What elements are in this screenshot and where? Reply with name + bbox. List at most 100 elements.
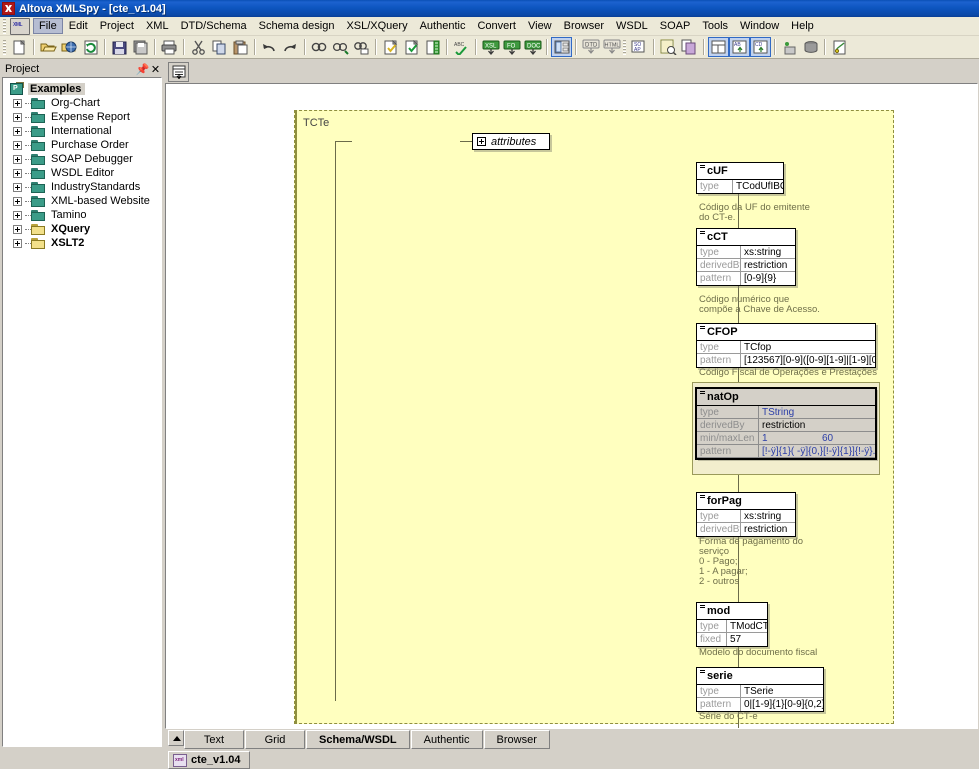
element-node-cuf[interactable]: cUF type TCodUfIBGE: [696, 162, 784, 194]
plus-icon[interactable]: [477, 137, 486, 146]
tree-item-xquery[interactable]: XQuery: [3, 222, 161, 236]
tree-item-purchase-order[interactable]: Purchase Order: [3, 138, 161, 152]
project-tree[interactable]: P Examples Org-Chart Expense Report: [2, 77, 162, 747]
wsdl-doc-icon[interactable]: [658, 37, 679, 57]
schema-canvas-wrapper[interactable]: TCTe attributes: [165, 83, 978, 729]
menu-browser[interactable]: Browser: [558, 18, 610, 34]
schema-view-icon[interactable]: [551, 37, 572, 57]
tab-text[interactable]: Text: [184, 730, 244, 749]
html-export-icon[interactable]: HTML: [601, 37, 622, 57]
expand-icon[interactable]: [13, 211, 22, 220]
spellcheck-icon[interactable]: ABC: [451, 37, 472, 57]
expand-icon[interactable]: [13, 113, 22, 122]
menu-tools[interactable]: Tools: [696, 18, 734, 34]
validate-icon[interactable]: [401, 37, 422, 57]
authentic-icon[interactable]: [829, 37, 850, 57]
reload-icon[interactable]: [80, 37, 101, 57]
menu-view[interactable]: View: [522, 18, 558, 34]
menu-window[interactable]: Window: [734, 18, 785, 34]
tree-item-xslt2[interactable]: XSLT2: [3, 236, 161, 250]
paste-icon[interactable]: [230, 37, 251, 57]
print-icon[interactable]: [159, 37, 180, 57]
element-node-cfop[interactable]: CFOP type TCfop pattern [123567][0-9]([0…: [696, 323, 876, 368]
copy-icon[interactable]: [209, 37, 230, 57]
javascript-icon[interactable]: [779, 37, 800, 57]
tab-grid[interactable]: Grid: [245, 730, 305, 749]
db-export-icon[interactable]: CD: [750, 37, 771, 57]
menu-edit[interactable]: Edit: [63, 18, 94, 34]
dtd-export-icon[interactable]: DTD: [580, 37, 601, 57]
menu-wsdl[interactable]: WSDL: [610, 18, 654, 34]
schema-canvas[interactable]: TCTe attributes: [166, 84, 977, 728]
save-icon[interactable]: [109, 37, 130, 57]
database-icon[interactable]: [800, 37, 821, 57]
tab-schema-wsdl[interactable]: Schema/WSDL: [306, 730, 410, 749]
tree-item-xml-based-website[interactable]: XML-based Website: [3, 194, 161, 208]
tree-item-wsdl-editor[interactable]: WSDL Editor: [3, 166, 161, 180]
save-all-icon[interactable]: [130, 37, 151, 57]
tree-item-soap-debugger[interactable]: SOAP Debugger: [3, 152, 161, 166]
close-icon[interactable]: ✕: [149, 63, 162, 76]
cut-icon[interactable]: [188, 37, 209, 57]
tab-authentic[interactable]: Authentic: [411, 730, 483, 749]
assign-dtd-icon[interactable]: [422, 37, 443, 57]
xsl-transform-icon[interactable]: XSL: [480, 37, 501, 57]
tree-item-org-chart[interactable]: Org-Chart: [3, 96, 161, 110]
expand-icon[interactable]: [13, 197, 22, 206]
xml-document-icon[interactable]: [10, 18, 30, 35]
pin-icon[interactable]: 📌: [136, 63, 149, 76]
menu-project[interactable]: Project: [94, 18, 140, 34]
element-node-mod[interactable]: mod type TModCT fixed 57: [696, 602, 768, 647]
menu-authentic[interactable]: Authentic: [414, 18, 472, 34]
element-node-serie[interactable]: serie type TSerie pattern 0|[1-9]{1}[0-9…: [696, 667, 824, 712]
menu-help[interactable]: Help: [785, 18, 820, 34]
db-import-icon[interactable]: AB: [729, 37, 750, 57]
open-folder-icon[interactable]: [38, 37, 59, 57]
file-tab-cte[interactable]: cte_v1.04: [168, 751, 250, 769]
wsdl-copy-icon[interactable]: [679, 37, 700, 57]
replace-icon[interactable]: [351, 37, 372, 57]
tree-item-tamino[interactable]: Tamino: [3, 208, 161, 222]
element-node-natop[interactable]: natOp type TString derivedBy restriction…: [696, 388, 876, 459]
menu-file[interactable]: File: [33, 18, 63, 34]
display-all-globals-icon[interactable]: [168, 62, 189, 82]
element-node-cct[interactable]: cCT type xs:string derivedBy restriction…: [696, 228, 796, 286]
toolbar-gripper-1[interactable]: [2, 40, 7, 55]
toolbar-gripper-2[interactable]: [622, 40, 627, 55]
undo-icon[interactable]: [259, 37, 280, 57]
menu-xsl-xquery[interactable]: XSL/XQuery: [340, 18, 413, 34]
tree-root-examples[interactable]: P Examples: [3, 81, 161, 96]
menu-xml[interactable]: XML: [140, 18, 175, 34]
menu-gripper[interactable]: [2, 19, 7, 34]
word-export-icon[interactable]: DOC: [522, 37, 543, 57]
find-next-icon[interactable]: [330, 37, 351, 57]
open-url-icon[interactable]: [59, 37, 80, 57]
expand-icon[interactable]: [13, 99, 22, 108]
expand-icon[interactable]: [13, 225, 22, 234]
tree-item-international[interactable]: International: [3, 124, 161, 138]
attributes-node[interactable]: attributes: [472, 133, 550, 150]
layout-grid-icon[interactable]: [708, 37, 729, 57]
soap-request-icon[interactable]: SOAP: [629, 37, 650, 57]
connector-spine-left: [335, 141, 336, 701]
tree-item-industry-standards[interactable]: IndustryStandards: [3, 180, 161, 194]
scroll-up-button[interactable]: [168, 730, 184, 746]
expand-icon[interactable]: [13, 141, 22, 150]
element-node-forpag[interactable]: forPag type xs:string derivedBy restrict…: [696, 492, 796, 537]
tree-item-expense-report[interactable]: Expense Report: [3, 110, 161, 124]
check-wellformed-icon[interactable]: [380, 37, 401, 57]
xsl-fo-transform-icon[interactable]: FO: [501, 37, 522, 57]
menu-schema-design[interactable]: Schema design: [253, 18, 341, 34]
expand-icon[interactable]: [13, 155, 22, 164]
menu-soap[interactable]: SOAP: [654, 18, 697, 34]
expand-icon[interactable]: [13, 169, 22, 178]
new-file-icon[interactable]: [9, 37, 30, 57]
redo-icon[interactable]: [280, 37, 301, 57]
find-icon[interactable]: [309, 37, 330, 57]
menu-convert[interactable]: Convert: [471, 18, 522, 34]
expand-icon[interactable]: [13, 127, 22, 136]
expand-icon[interactable]: [13, 239, 22, 248]
tab-browser[interactable]: Browser: [484, 730, 550, 749]
expand-icon[interactable]: [13, 183, 22, 192]
menu-dtd-schema[interactable]: DTD/Schema: [175, 18, 253, 34]
